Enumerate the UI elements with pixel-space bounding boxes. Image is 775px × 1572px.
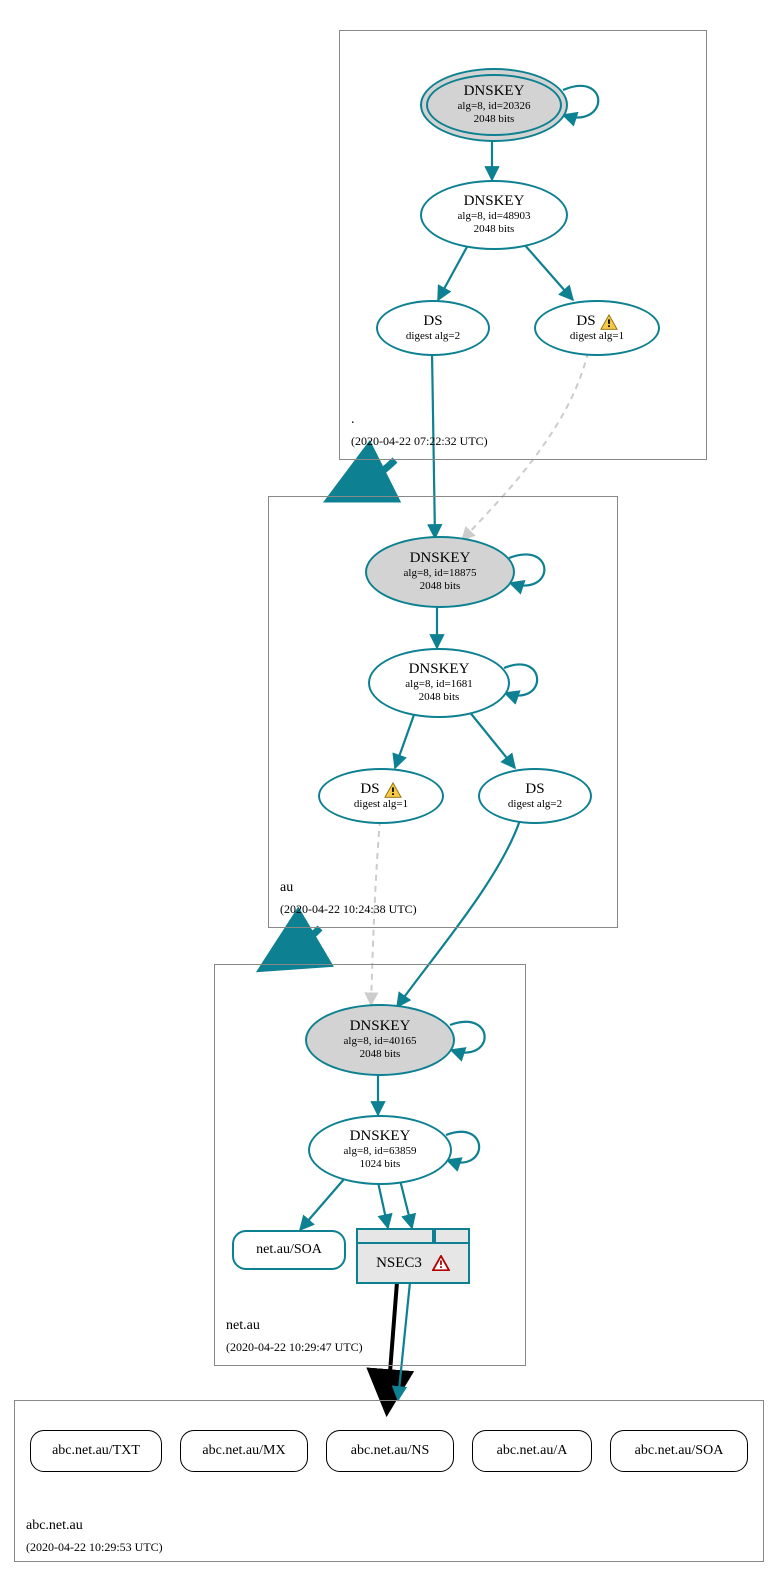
root-ds2-title: DS [423,314,442,330]
au-ksk-sub1: alg=8, id=18875 [404,567,477,580]
netau-zsk-node: DNSKEY alg=8, id=63859 1024 bits [308,1115,452,1185]
root-ds1-node: DS digest alg=1 [534,300,660,356]
root-ksk-sub2: 2048 bits [474,113,515,126]
root-ds1-title: DS [576,314,595,330]
netau-zsk-title: DNSKEY [350,1129,411,1145]
au-ds1-sub1: digest alg=1 [354,798,408,811]
root-ksk-title: DNSKEY [464,84,525,100]
au-ds1-node: DS digest alg=1 [318,768,444,824]
zone-netau-name: net.au [226,1318,260,1334]
abc-mx-title: abc.net.au/MX [202,1444,285,1459]
au-ds2-node: DS digest alg=2 [478,768,592,824]
error-icon [432,1255,450,1271]
zone-abc-ts: (2020-04-22 10:29:53 UTC) [26,1540,163,1555]
zone-au-name: au [280,880,293,896]
netau-ksk-node: DNSKEY alg=8, id=40165 2048 bits [305,1004,455,1076]
root-ds1-sub1: digest alg=1 [570,330,624,343]
netau-ksk-title: DNSKEY [350,1019,411,1035]
au-ksk-sub2: 2048 bits [420,580,461,593]
zone-au-ts: (2020-04-22 10:24:38 UTC) [280,902,417,917]
abc-ns-node: abc.net.au/NS [326,1430,454,1472]
warning-icon [384,782,402,798]
zone-abc-box [14,1400,764,1562]
zone-root-ts: (2020-04-22 07:22:32 UTC) [351,434,488,449]
root-zsk-title: DNSKEY [464,194,525,210]
root-ds2-node: DS digest alg=2 [376,300,490,356]
au-zsk-sub2: 2048 bits [419,691,460,704]
abc-txt-node: abc.net.au/TXT [30,1430,162,1472]
root-ds2-sub1: digest alg=2 [406,330,460,343]
netau-ksk-sub1: alg=8, id=40165 [344,1035,417,1048]
nsec3-title: NSEC3 [376,1255,422,1272]
au-ds1-title: DS [360,782,379,798]
netau-zsk-sub2: 1024 bits [360,1158,401,1171]
netau-ksk-sub2: 2048 bits [360,1048,401,1061]
au-zsk-node: DNSKEY alg=8, id=1681 2048 bits [368,648,510,718]
nsec3-node: NSEC3 [356,1242,470,1284]
abc-soa-title: abc.net.au/SOA [635,1444,724,1459]
abc-a-title: abc.net.au/A [497,1444,568,1459]
root-ksk-sub1: alg=8, id=20326 [458,100,531,113]
abc-a-node: abc.net.au/A [472,1430,592,1472]
warning-icon [600,314,618,330]
au-ksk-title: DNSKEY [410,551,471,567]
root-ksk-node: DNSKEY alg=8, id=20326 2048 bits [420,68,568,142]
au-ksk-node: DNSKEY alg=8, id=18875 2048 bits [365,536,515,608]
zone-root-name: . [351,412,355,428]
netau-soa-title: net.au/SOA [256,1243,322,1258]
abc-mx-node: abc.net.au/MX [180,1430,308,1472]
au-zsk-sub1: alg=8, id=1681 [405,678,472,691]
abc-soa-node: abc.net.au/SOA [610,1430,748,1472]
zone-netau-ts: (2020-04-22 10:29:47 UTC) [226,1340,363,1355]
abc-txt-title: abc.net.au/TXT [52,1444,140,1459]
netau-zsk-sub1: alg=8, id=63859 [344,1145,417,1158]
root-zsk-node: DNSKEY alg=8, id=48903 2048 bits [420,180,568,250]
au-zsk-title: DNSKEY [409,662,470,678]
au-ds2-sub1: digest alg=2 [508,798,562,811]
root-zsk-sub1: alg=8, id=48903 [458,210,531,223]
abc-ns-title: abc.net.au/NS [351,1444,430,1459]
au-ds2-title: DS [525,782,544,798]
root-zsk-sub2: 2048 bits [474,223,515,236]
zone-abc-name: abc.net.au [26,1518,83,1534]
netau-soa-node: net.au/SOA [232,1230,346,1270]
